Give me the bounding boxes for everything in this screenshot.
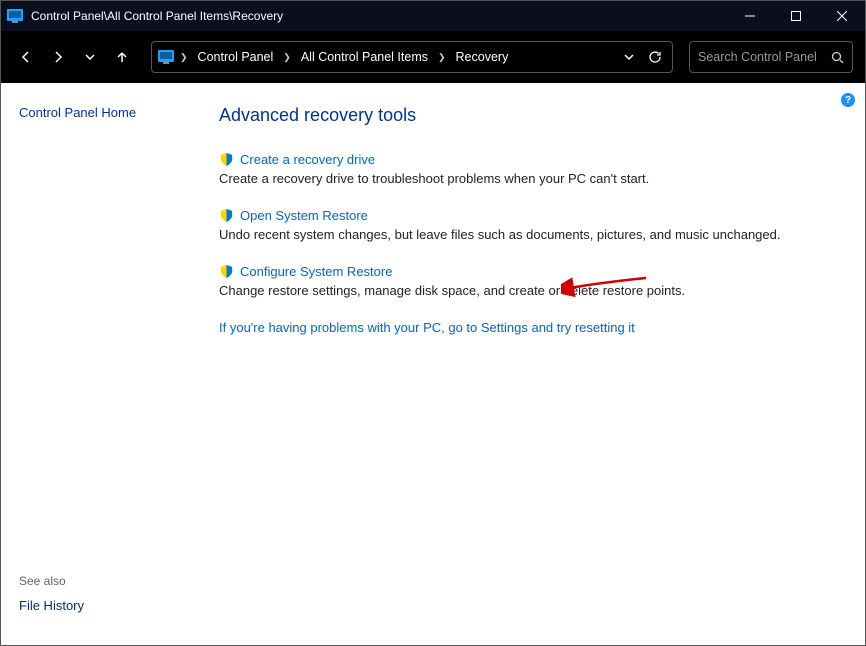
recovery-item: Configure System Restore Change restore …	[219, 264, 837, 298]
control-panel-icon	[158, 50, 174, 64]
shield-icon	[219, 208, 234, 223]
recent-button[interactable]	[77, 44, 103, 70]
navbar: ❯ Control Panel ❯ All Control Panel Item…	[1, 31, 865, 83]
configure-system-restore-link[interactable]: Configure System Restore	[240, 264, 392, 279]
chevron-icon: ❯	[436, 52, 448, 63]
sidebar: Control Panel Home See also File History	[1, 83, 211, 645]
system-icon	[1, 9, 29, 23]
search-box[interactable]: Search Control Panel	[689, 41, 853, 73]
chevron-icon: ❯	[281, 52, 293, 63]
item-desc: Undo recent system changes, but leave fi…	[219, 227, 837, 242]
breadcrumb-mid[interactable]: All Control Panel Items	[297, 48, 432, 66]
maximize-button[interactable]	[773, 1, 819, 31]
item-desc: Create a recovery drive to troubleshoot …	[219, 171, 837, 186]
up-button[interactable]	[109, 44, 135, 70]
shield-icon	[219, 152, 234, 167]
main-panel: Advanced recovery tools Create a recover…	[211, 83, 865, 645]
dropdown-icon[interactable]	[624, 52, 634, 62]
page-heading: Advanced recovery tools	[219, 105, 837, 126]
see-also-label: See also	[19, 574, 193, 588]
breadcrumb-root[interactable]: Control Panel	[194, 48, 278, 66]
forward-button[interactable]	[45, 44, 71, 70]
shield-icon	[219, 264, 234, 279]
recovery-item: Open System Restore Undo recent system c…	[219, 208, 837, 242]
window-controls	[727, 1, 865, 31]
recovery-item: Create a recovery drive Create a recover…	[219, 152, 837, 186]
chevron-icon: ❯	[178, 52, 190, 63]
back-button[interactable]	[13, 44, 39, 70]
refresh-icon[interactable]	[648, 50, 662, 64]
reset-pc-help-link[interactable]: If you're having problems with your PC, …	[219, 320, 635, 335]
file-history-link[interactable]: File History	[19, 598, 193, 613]
breadcrumb-leaf[interactable]: Recovery	[452, 48, 513, 66]
close-button[interactable]	[819, 1, 865, 31]
window-title: Control Panel\All Control Panel Items\Re…	[29, 9, 727, 23]
titlebar: Control Panel\All Control Panel Items\Re…	[1, 1, 865, 31]
address-bar[interactable]: ❯ Control Panel ❯ All Control Panel Item…	[151, 41, 673, 73]
minimize-button[interactable]	[727, 1, 773, 31]
open-system-restore-link[interactable]: Open System Restore	[240, 208, 368, 223]
search-icon	[831, 51, 844, 64]
control-panel-home-link[interactable]: Control Panel Home	[19, 105, 193, 120]
item-desc: Change restore settings, manage disk spa…	[219, 283, 837, 298]
content-area: ? Control Panel Home See also File Histo…	[1, 83, 865, 645]
search-placeholder: Search Control Panel	[698, 50, 817, 64]
create-recovery-drive-link[interactable]: Create a recovery drive	[240, 152, 375, 167]
